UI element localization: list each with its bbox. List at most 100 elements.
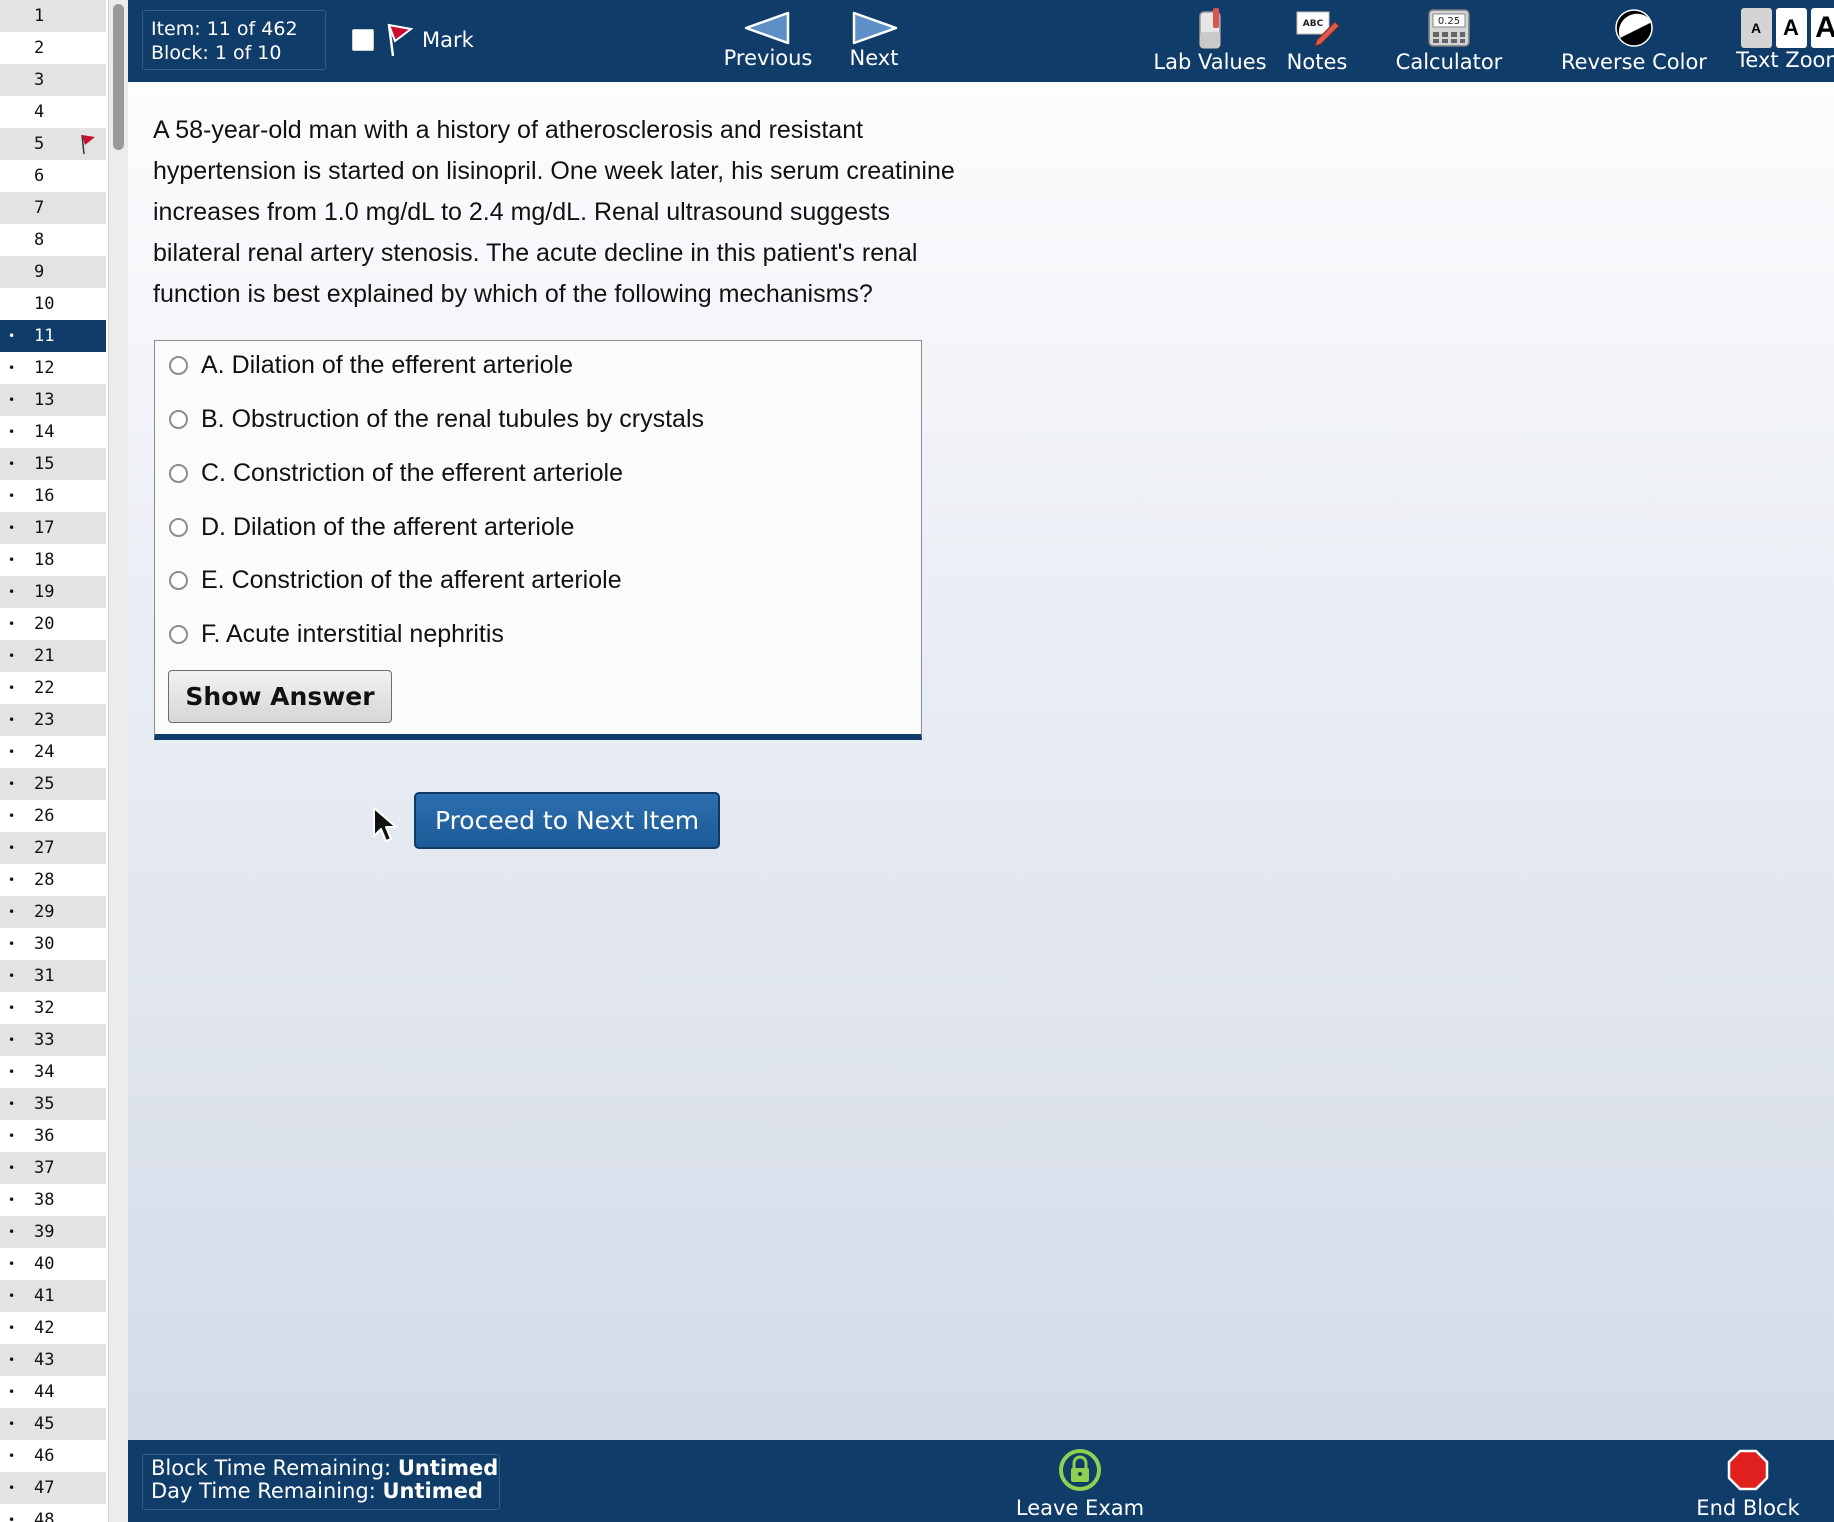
- nav-item[interactable]: • 43: [0, 1344, 106, 1376]
- nav-item[interactable]: • 44: [0, 1376, 106, 1408]
- nav-item[interactable]: • 21: [0, 640, 106, 672]
- nav-item[interactable]: • 16: [0, 480, 106, 512]
- nav-item-bullet: •: [8, 649, 16, 663]
- nav-item[interactable]: • 45: [0, 1408, 106, 1440]
- radio-button[interactable]: [169, 409, 188, 429]
- flag-icon: [387, 23, 414, 57]
- zoom-medium-icon[interactable]: A: [1775, 8, 1807, 48]
- zoom-small-icon[interactable]: A: [1740, 8, 1772, 48]
- nav-item[interactable]: 2: [0, 32, 106, 64]
- nav-item[interactable]: 8: [0, 224, 106, 256]
- nav-item[interactable]: • 35: [0, 1088, 106, 1120]
- nav-item-bullet: •: [8, 745, 16, 759]
- mark-control[interactable]: Mark: [352, 20, 474, 60]
- nav-item-bullet: •: [8, 393, 16, 407]
- nav-item-number: 25: [34, 774, 55, 794]
- top-toolbar: Item: 11 of 462 Block: 1 of 10 Mark Prev…: [128, 0, 1834, 82]
- nav-item[interactable]: • 47: [0, 1472, 106, 1504]
- answer-option-c[interactable]: C. Constriction of the efferent arteriol…: [169, 453, 623, 493]
- nav-item[interactable]: • 32: [0, 992, 106, 1024]
- nav-item[interactable]: • 30: [0, 928, 106, 960]
- nav-item[interactable]: • 24: [0, 736, 106, 768]
- radio-button[interactable]: [169, 517, 188, 537]
- nav-item-number: 3: [34, 70, 45, 90]
- nav-item[interactable]: 7: [0, 192, 106, 224]
- nav-item[interactable]: • 31: [0, 960, 106, 992]
- nav-item[interactable]: 10: [0, 288, 106, 320]
- nav-item[interactable]: • 42: [0, 1312, 106, 1344]
- nav-item[interactable]: • 41: [0, 1280, 106, 1312]
- mark-checkbox[interactable]: [352, 29, 374, 51]
- end-block-button[interactable]: End Block: [1668, 1448, 1828, 1520]
- proceed-to-next-item-button[interactable]: Proceed to Next Item: [414, 792, 720, 849]
- answer-option-d[interactable]: D. Dilation of the afferent arteriole: [169, 507, 574, 547]
- nav-item[interactable]: • 19: [0, 576, 106, 608]
- navigator-scroll-thumb[interactable]: [113, 4, 124, 150]
- radio-button[interactable]: [169, 570, 188, 590]
- lock-icon: [1059, 1449, 1101, 1491]
- nav-item[interactable]: • 25: [0, 768, 106, 800]
- nav-item[interactable]: 3: [0, 64, 106, 96]
- nav-item[interactable]: • 33: [0, 1024, 106, 1056]
- nav-item[interactable]: • 36: [0, 1120, 106, 1152]
- nav-item[interactable]: 6: [0, 160, 106, 192]
- nav-item[interactable]: • 17: [0, 512, 106, 544]
- next-button[interactable]: Next: [814, 6, 934, 80]
- nav-item[interactable]: • 14: [0, 416, 106, 448]
- nav-item[interactable]: • 12: [0, 352, 106, 384]
- nav-item[interactable]: • 13: [0, 384, 106, 416]
- lab-beaker-icon: [1199, 8, 1221, 49]
- nav-item[interactable]: • 11: [0, 320, 106, 352]
- leave-exam-button[interactable]: Leave Exam: [1000, 1448, 1160, 1520]
- nav-item[interactable]: 1: [0, 0, 106, 32]
- nav-item[interactable]: • 22: [0, 672, 106, 704]
- nav-item[interactable]: • 28: [0, 864, 106, 896]
- nav-item[interactable]: 9: [0, 256, 106, 288]
- nav-item[interactable]: • 18: [0, 544, 106, 576]
- nav-item[interactable]: • 34: [0, 1056, 106, 1088]
- radio-button[interactable]: [169, 624, 188, 644]
- nav-item[interactable]: • 27: [0, 832, 106, 864]
- nav-item-bullet: •: [8, 873, 16, 887]
- question-area: A 58-year-old man with a history of athe…: [128, 82, 1834, 1440]
- stem-line: bilateral renal artery stenosis. The acu…: [153, 239, 918, 267]
- nav-item[interactable]: 5: [0, 128, 106, 160]
- nav-item[interactable]: • 40: [0, 1248, 106, 1280]
- stem-line: increases from 1.0 mg/dL to 2.4 mg/dL. R…: [153, 198, 890, 226]
- radio-button[interactable]: [169, 355, 188, 375]
- nav-item[interactable]: • 39: [0, 1216, 106, 1248]
- nav-item[interactable]: • 23: [0, 704, 106, 736]
- nav-item-number: 2: [34, 38, 45, 58]
- navigator-scrollbar[interactable]: [108, 0, 128, 1522]
- answer-option-f[interactable]: F. Acute interstitial nephritis: [169, 614, 504, 654]
- answer-option-text: C. Constriction of the efferent arteriol…: [201, 458, 623, 487]
- show-answer-button[interactable]: Show Answer: [168, 670, 392, 723]
- nav-item-bullet: •: [8, 329, 16, 343]
- nav-item[interactable]: • 38: [0, 1184, 106, 1216]
- nav-item-bullet: •: [8, 937, 16, 951]
- radio-button[interactable]: [169, 463, 188, 483]
- nav-item[interactable]: • 37: [0, 1152, 106, 1184]
- nav-item[interactable]: • 29: [0, 896, 106, 928]
- answer-option-a[interactable]: A. Dilation of the efferent arteriole: [169, 345, 573, 385]
- answer-option-b[interactable]: B. Obstruction of the renal tubules by c…: [169, 399, 704, 439]
- nav-item-bullet: •: [8, 1225, 16, 1239]
- nav-item[interactable]: • 15: [0, 448, 106, 480]
- zoom-large-icon[interactable]: A: [1810, 8, 1834, 48]
- calculator-button[interactable]: 0.25 Calculator: [1364, 6, 1534, 80]
- text-zoom-button[interactable]: A A A Text Zoom: [1706, 6, 1834, 80]
- nav-item-bullet: •: [8, 1321, 16, 1335]
- nav-item-bullet: •: [8, 713, 16, 727]
- nav-item-number: 46: [34, 1446, 55, 1466]
- nav-item[interactable]: • 26: [0, 800, 106, 832]
- answer-option-e[interactable]: E. Constriction of the afferent arteriol…: [169, 560, 622, 600]
- nav-item-number: 17: [34, 518, 55, 538]
- notes-label: Notes: [1286, 50, 1348, 74]
- nav-item[interactable]: 4: [0, 96, 106, 128]
- calculator-display-text: 0.25: [1438, 16, 1460, 27]
- nav-item[interactable]: • 46: [0, 1440, 106, 1472]
- nav-item[interactable]: • 20: [0, 608, 106, 640]
- nav-item-bullet: •: [8, 1417, 16, 1431]
- nav-item[interactable]: • 48: [0, 1504, 106, 1522]
- notes-button[interactable]: ABC Notes: [1252, 6, 1382, 80]
